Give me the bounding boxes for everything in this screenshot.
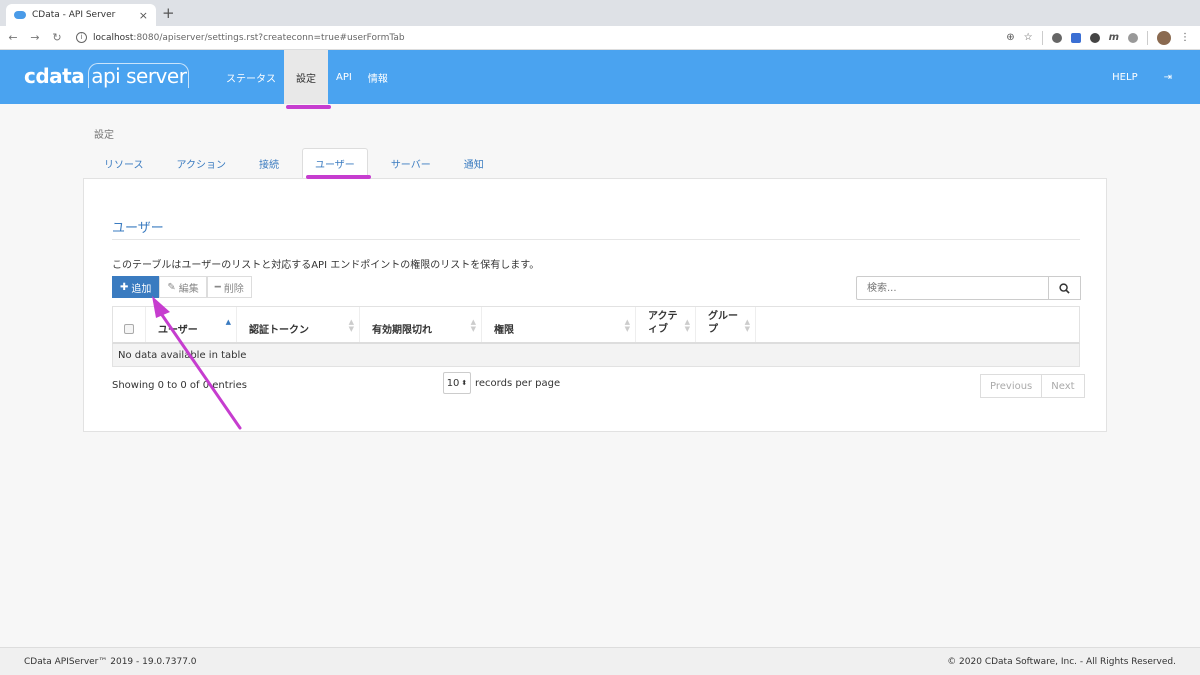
- panel-description: このテーブルはユーザーのリストと対応するAPI エンドポイントの権限のリストを保…: [112, 260, 540, 271]
- delete-user-button[interactable]: ━ 削除: [206, 276, 252, 298]
- m-extension-icon[interactable]: m: [1109, 32, 1119, 43]
- sort-icon: ▲ ▼: [470, 318, 476, 333]
- table-empty-row: No data available in table: [112, 344, 1080, 367]
- url-host: localhost: [93, 32, 134, 43]
- browser-tabstrip: CData - API Server × +: [0, 0, 1200, 26]
- user-action-buttons: ✚ 追加 ✎ 編集 ━ 削除: [112, 276, 252, 298]
- settings-highlight-underline: [286, 105, 331, 109]
- forward-icon[interactable]: →: [26, 31, 44, 44]
- search-icon: [1059, 282, 1070, 294]
- nav-settings[interactable]: 設定: [284, 50, 328, 104]
- main-nav: ステータス 設定 API 情報: [218, 50, 396, 104]
- users-panel: ユーザー このテーブルはユーザーのリストと対応するAPI エンドポイントの権限の…: [83, 178, 1107, 432]
- select-caret-icon: ⬍: [461, 379, 468, 387]
- browser-toolbar: ← → ↻ i localhost:8080/apiserver/setting…: [0, 26, 1200, 50]
- browser-tab-title: CData - API Server: [32, 10, 116, 20]
- sort-asc-icon: ▲: [225, 318, 231, 326]
- tab-actions[interactable]: アクション: [167, 148, 237, 178]
- tab-users[interactable]: ユーザー: [302, 148, 368, 178]
- column-header-privileges[interactable]: 権限 ▲ ▼: [482, 307, 636, 342]
- entries-info: Showing 0 to 0 of 0 entries: [112, 380, 247, 391]
- zoom-icon[interactable]: ⊕: [1006, 32, 1014, 43]
- app-header: cdata api server ステータス 設定 API 情報 HELP ⇥: [0, 50, 1200, 104]
- avatar[interactable]: [1157, 30, 1171, 45]
- tab-connections[interactable]: 接続: [249, 148, 289, 178]
- sort-icon: ▲ ▼: [624, 318, 630, 333]
- add-button-label: 追加: [131, 283, 152, 295]
- minus-icon: ━: [214, 281, 221, 293]
- per-page-select[interactable]: 10 ⬍: [443, 372, 471, 394]
- circle-extension-icon[interactable]: [1089, 32, 1100, 43]
- column-header-auth-token[interactable]: 認証トークン ▲ ▼: [237, 307, 360, 342]
- select-all-cell: [113, 307, 146, 342]
- back-icon[interactable]: ←: [4, 31, 22, 44]
- signout-icon[interactable]: ⇥: [1164, 72, 1172, 83]
- column-header-expiration[interactable]: 有効期限切れ ▲ ▼: [360, 307, 482, 342]
- search-button[interactable]: [1049, 276, 1081, 300]
- reload-icon[interactable]: ↻: [48, 31, 66, 44]
- new-tab-button[interactable]: +: [162, 4, 175, 22]
- previous-page-button[interactable]: Previous: [980, 374, 1043, 398]
- version-text: CData APIServer™ 2019 - 19.0.7377.0: [24, 656, 197, 667]
- divider: [112, 239, 1080, 240]
- nav-api[interactable]: API: [328, 50, 360, 104]
- cdata-logo[interactable]: cdata api server: [24, 63, 190, 88]
- edit-user-button[interactable]: ✎ 編集: [159, 276, 207, 298]
- sort-icon: ▲ ▼: [744, 318, 750, 333]
- copyright-text: © 2020 CData Software, Inc. - All Rights…: [947, 656, 1176, 667]
- help-link[interactable]: HELP: [1112, 72, 1137, 83]
- select-all-checkbox[interactable]: [124, 324, 134, 334]
- delete-button-label: 削除: [223, 283, 244, 295]
- browser-tab[interactable]: CData - API Server ×: [6, 4, 156, 26]
- breadcrumb: 設定: [94, 130, 114, 141]
- column-header-user[interactable]: ユーザー ▲: [146, 307, 237, 342]
- translate-extension-icon[interactable]: [1070, 32, 1081, 43]
- gray-extension-icon[interactable]: [1128, 32, 1138, 43]
- browser-extensions: ⊕ ☆ m ⋮: [1006, 30, 1190, 45]
- pagination: Previous Next: [980, 374, 1085, 398]
- page-footer: CData APIServer™ 2019 - 19.0.7377.0 © 20…: [0, 647, 1200, 675]
- users-tab-highlight-underline: [306, 175, 371, 179]
- per-page-label: records per page: [475, 377, 561, 389]
- next-page-button[interactable]: Next: [1042, 374, 1085, 398]
- search-input[interactable]: [856, 276, 1049, 300]
- per-page-control: 10 ⬍ records per page: [443, 372, 560, 394]
- toolbar-divider: [1041, 30, 1043, 45]
- close-icon[interactable]: ×: [139, 9, 148, 22]
- header-right: HELP ⇥: [1112, 50, 1172, 104]
- nav-info[interactable]: 情報: [360, 50, 396, 104]
- star-icon[interactable]: ☆: [1024, 32, 1033, 43]
- panel-title: ユーザー: [112, 221, 164, 236]
- tab-resources[interactable]: リソース: [94, 148, 154, 178]
- edit-icon: ✎: [167, 281, 176, 293]
- add-user-button[interactable]: ✚ 追加: [112, 276, 160, 298]
- table-header: ユーザー ▲ 認証トークン ▲ ▼ 有効期限切れ ▲ ▼ 権限 ▲ ▼ アクティブ ▲…: [112, 306, 1080, 344]
- nav-status[interactable]: ステータス: [218, 50, 284, 104]
- search-box: [856, 276, 1081, 300]
- toolbar-divider: [1147, 30, 1148, 45]
- tab-notifications[interactable]: 通知: [454, 148, 494, 178]
- address-bar[interactable]: i localhost:8080/apiserver/settings.rst?…: [76, 29, 1006, 47]
- users-table: ユーザー ▲ 認証トークン ▲ ▼ 有効期限切れ ▲ ▼ 権限 ▲ ▼ アクティブ ▲…: [112, 306, 1080, 367]
- column-header-group[interactable]: グループ ▲ ▼: [696, 307, 756, 342]
- edit-button-label: 編集: [178, 283, 199, 295]
- column-header-active[interactable]: アクティブ ▲ ▼: [636, 307, 696, 342]
- kebab-menu-icon[interactable]: ⋮: [1180, 32, 1190, 43]
- settings-tabs: リソース アクション 接続 ユーザー サーバー 通知: [94, 148, 507, 178]
- url-path: :8080/apiserver/settings.rst?createconn=…: [133, 32, 405, 43]
- info-icon[interactable]: i: [76, 32, 87, 43]
- cloud-icon: [14, 11, 26, 19]
- sort-icon: ▲ ▼: [684, 318, 690, 333]
- cloud-extension-icon[interactable]: [1051, 32, 1062, 43]
- sort-icon: ▲ ▼: [348, 318, 354, 333]
- tab-server[interactable]: サーバー: [381, 148, 441, 178]
- plus-icon: ✚: [120, 281, 129, 293]
